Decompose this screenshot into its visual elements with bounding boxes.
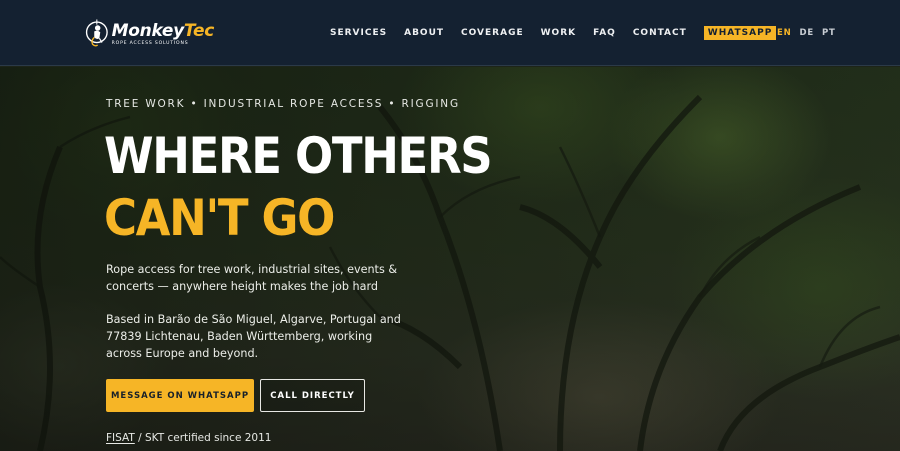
brand-name-part2: Tec — [183, 21, 214, 41]
hero-section: TREE WORK • INDUSTRIAL ROPE ACCESS • RIG… — [0, 67, 900, 451]
message-on-whatsapp-button[interactable]: MESSAGE ON WHATSAPP — [106, 379, 254, 412]
brand-name-part1: Monkey — [111, 21, 185, 41]
monkey-logo-icon — [85, 19, 108, 47]
lang-pt[interactable]: PT — [822, 27, 836, 39]
main-nav: SERVICES ABOUT COVERAGE WORK FAQ CONTACT… — [330, 26, 793, 40]
certification-note: FISAT / SKT certified since 2011 — [106, 432, 271, 444]
brand-name: MonkeyTec — [111, 21, 215, 41]
nav-work[interactable]: WORK — [541, 27, 576, 40]
nav-whatsapp-button[interactable]: WHATSAPP — [703, 26, 777, 40]
brand-tagline: ROPE ACCESS SOLUTIONS — [111, 41, 189, 46]
hero-eyebrow: TREE WORK • INDUSTRIAL ROPE ACCESS • RIG… — [106, 98, 460, 110]
lang-de[interactable]: DE — [800, 27, 814, 39]
call-directly-button[interactable]: CALL DIRECTLY — [260, 379, 365, 412]
nav-coverage[interactable]: COVERAGE — [461, 27, 524, 40]
nav-faq[interactable]: FAQ — [593, 27, 616, 40]
nav-services[interactable]: SERVICES — [330, 27, 387, 40]
fisat-link[interactable]: FISAT — [106, 432, 135, 444]
language-switcher: EN DE PT — [777, 27, 836, 39]
logo-text: MonkeyTec ROPE ACCESS SOLUTIONS — [111, 21, 215, 46]
nav-contact[interactable]: CONTACT — [633, 27, 687, 40]
certification-text: / SKT certified since 2011 — [134, 432, 272, 444]
hero-headline: WHERE OTHERS CAN'T GO — [104, 125, 493, 249]
nav-about[interactable]: ABOUT — [404, 27, 444, 40]
headline-line-2: CAN'T GO — [104, 189, 335, 247]
logo[interactable]: MonkeyTec ROPE ACCESS SOLUTIONS — [84, 14, 214, 54]
site-header: MonkeyTec ROPE ACCESS SOLUTIONS SERVICES… — [0, 0, 900, 66]
hero-location-text: Based in Barão de São Miguel, Algarve, P… — [106, 313, 401, 360]
hero-lead-text: Rope access for tree work, industrial si… — [106, 263, 398, 293]
lang-en[interactable]: EN — [777, 27, 792, 39]
headline-line-1: WHERE OTHERS — [104, 127, 493, 185]
